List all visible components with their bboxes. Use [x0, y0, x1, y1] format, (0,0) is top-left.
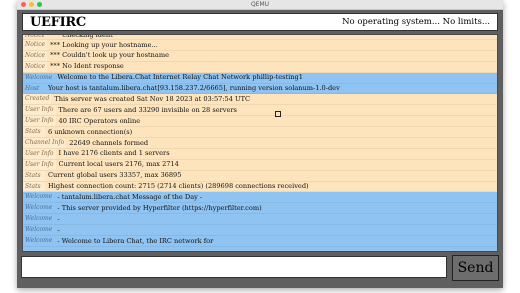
log-tag: Created: [23, 94, 52, 105]
log-tag: Welcome: [25, 237, 53, 245]
log-message: -: [57, 214, 60, 223]
log-message: Current local users 2176, max 2714: [58, 160, 179, 169]
log-message: 6 unknown connection(s): [48, 127, 133, 136]
log-row: User Info Current local users 2176, max 2…: [23, 159, 497, 171]
log-tag: Notice: [23, 40, 48, 50]
log-tag: Notice: [23, 61, 48, 72]
log-row: Notice *** Couldn't look up your hostname: [23, 50, 497, 62]
log-tag: Welcome: [25, 193, 53, 201]
log-tag: Notice: [23, 50, 48, 61]
log-row: User Info I have 2176 clients and 1 serve…: [23, 148, 497, 160]
log-row: Stats Current global users 33357, max 368…: [23, 170, 497, 182]
log-message: - tantalum.libera.chat Message of the Da…: [57, 192, 203, 201]
log-message: Your host is tantalum.libera.chat[93.158…: [48, 84, 340, 93]
log-message: - Welcome to Libera Chat, the IRC networ…: [57, 236, 214, 245]
log-tag: Welcome: [25, 215, 53, 223]
log-message: -: [57, 225, 60, 234]
log-row: Welcome -: [23, 225, 497, 237]
cursor-marker: [275, 111, 281, 117]
log-tag: User Info: [23, 159, 56, 170]
log-row: Welcome -: [23, 214, 497, 226]
log-tag: Channel Info: [23, 138, 67, 148]
log-message: I have 2176 clients and 1 servers: [58, 149, 170, 158]
log-tag: User Info: [23, 148, 56, 159]
log-row: Channel Info 22649 channels formed: [23, 138, 497, 149]
log-row: Welcome - tantalum.libera.chat Message of…: [23, 192, 497, 204]
log-message: *** Couldn't look up your hostname: [50, 51, 169, 60]
log-tag: User Info: [23, 116, 56, 127]
log-message: Welcome to the Libera.Chat Internet Rela…: [57, 73, 303, 82]
chat-log[interactable]: Notice*** Checking identNotice*** Lookin…: [22, 34, 498, 252]
app-name: UEFIRC: [30, 14, 86, 30]
log-row: Notice *** Looking up your hostname...: [23, 40, 497, 51]
window-title: QEMU: [250, 1, 270, 8]
log-row: User Info There are 67 users and 33290 in…: [23, 105, 497, 117]
log-row: Stats Highest connection count: 2715 (271…: [23, 181, 497, 193]
log-message: - This server provided by Hyperfilter (h…: [57, 203, 262, 212]
log-tag: Stats: [23, 170, 45, 181]
log-tag: Stats: [23, 181, 45, 192]
log-message: *** Checking ident: [47, 35, 113, 38]
log-row: Welcome - This server provided by Hyperfi…: [23, 203, 497, 215]
title-bar: QEMU: [17, 0, 503, 10]
log-row: Stats 6 unknown connection(s): [23, 127, 497, 139]
log-tag: Welcome: [25, 226, 53, 234]
log-message: Current global users 33357, max 36895: [48, 171, 182, 180]
log-row: Welcome - Welcome to Libera Chat, the IRC…: [23, 236, 497, 247]
log-message: Highest connection count: 2715 (2714 cli…: [48, 182, 309, 191]
log-message: 22649 channels formed: [69, 138, 149, 147]
log-row: Welcome Welcome to the Libera.Chat Intern…: [23, 72, 497, 84]
log-row: Notice *** No Ident response: [23, 61, 497, 73]
log-tag: Notice: [23, 35, 48, 39]
log-message: 40 IRC Operators online: [58, 116, 141, 125]
send-button[interactable]: Send: [452, 255, 499, 281]
log-tag: Stats: [23, 127, 45, 138]
status-text: No operating system... No limits...: [342, 17, 490, 27]
log-row: Created This server was created Sat Nov 1…: [23, 94, 497, 106]
log-row: User Info 40 IRC Operators online: [23, 116, 497, 128]
qemu-window: QEMU UEFIRC No operating system... No li…: [17, 0, 503, 288]
log-tag: Host: [25, 84, 40, 92]
log-tag: Welcome: [25, 204, 53, 212]
message-input[interactable]: [21, 256, 447, 278]
log-message: *** No Ident response: [50, 62, 124, 71]
log-message: This server was created Sat Nov 18 2023 …: [54, 94, 251, 103]
log-tag: Welcome: [25, 73, 53, 81]
log-row: Host Your host is tantalum.libera.chat[93…: [23, 83, 497, 95]
log-message: *** Looking up your hostname...: [50, 40, 158, 49]
log-tag: User Info: [23, 105, 56, 116]
app-header: UEFIRC No operating system... No limits.…: [22, 13, 498, 31]
log-message: There are 67 users and 33290 invisible o…: [58, 105, 237, 114]
